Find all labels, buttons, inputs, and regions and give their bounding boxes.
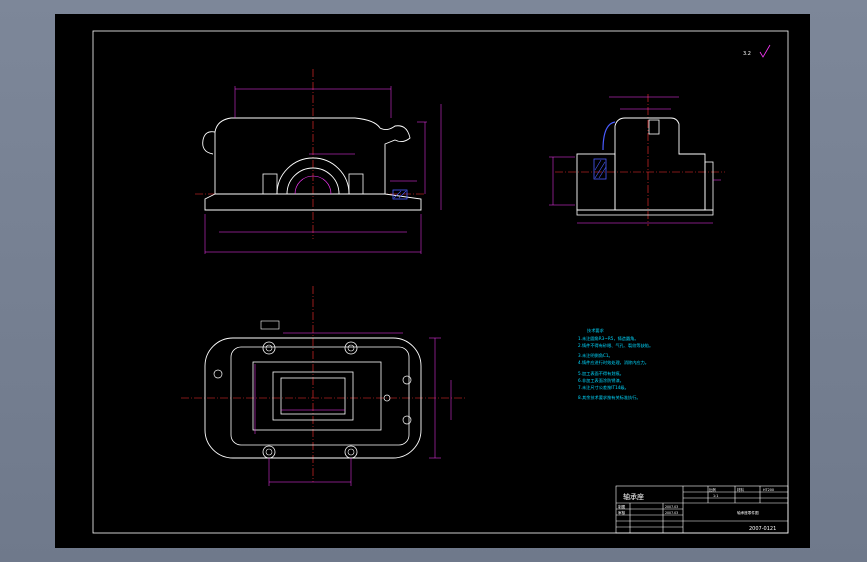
tech-req-line-2: 2.铸件不得有砂眼、气孔、裂纹等缺陷。 [578, 342, 653, 349]
tech-req-line-7: 7.未注尺寸公差按IT14级。 [578, 384, 629, 391]
tech-req-line-3: 3.未注明倒角C1。 [578, 352, 613, 359]
title-block-material-value: HT200 [763, 488, 774, 492]
roughness-symbol: 3.2 [743, 44, 771, 58]
title-block-date-2: 2007.03 [665, 511, 678, 515]
roughness-value: 3.2 [743, 51, 751, 57]
title-block-scale-label: 比例 [709, 487, 716, 492]
tech-req-line-5: 5.加工表面不得有划痕。 [578, 370, 624, 377]
title-block-part-name: 轴承座 [623, 492, 644, 501]
technical-requirements: 技术要求 1.未注圆角R3~R5，铸造圆角。 2.铸件不得有砂眼、气孔、裂纹等缺… [578, 327, 653, 401]
cad-drawing: 3.2 技术要求 1.未注圆角R3~R5，铸造圆角。 2.铸件不得有砂眼、气孔、… [92, 30, 789, 534]
tech-req-title: 技术要求 [587, 327, 605, 334]
side-view [549, 94, 725, 226]
top-view [181, 286, 465, 486]
title-block-drawn-label: 制图 [618, 504, 626, 509]
title-block-date-1: 2007.03 [665, 505, 678, 509]
tech-req-line-8: 8.其余技术要求按有关标准执行。 [578, 394, 641, 401]
tech-req-line-4: 4.铸件应进行时效处理，消除内应力。 [578, 359, 649, 366]
tech-req-line-6: 6.非加工表面涂防锈漆。 [578, 377, 624, 384]
title-block-checked-label: 审核 [618, 510, 626, 515]
tech-req-line-1: 1.未注圆角R3~R5，铸造圆角。 [578, 335, 639, 342]
drawing-viewport[interactable]: 3.2 技术要求 1.未注圆角R3~R5，铸造圆角。 2.铸件不得有砂眼、气孔、… [55, 14, 810, 548]
title-block-scale-value: 1:1 [713, 494, 718, 498]
title-block-drawing-number: 2007-0121 [749, 526, 776, 532]
title-block-company: 轴承座零件图 [737, 510, 759, 515]
sheet-border [92, 30, 789, 534]
front-view [195, 69, 442, 254]
title-block-material-label: 材料 [737, 487, 744, 492]
